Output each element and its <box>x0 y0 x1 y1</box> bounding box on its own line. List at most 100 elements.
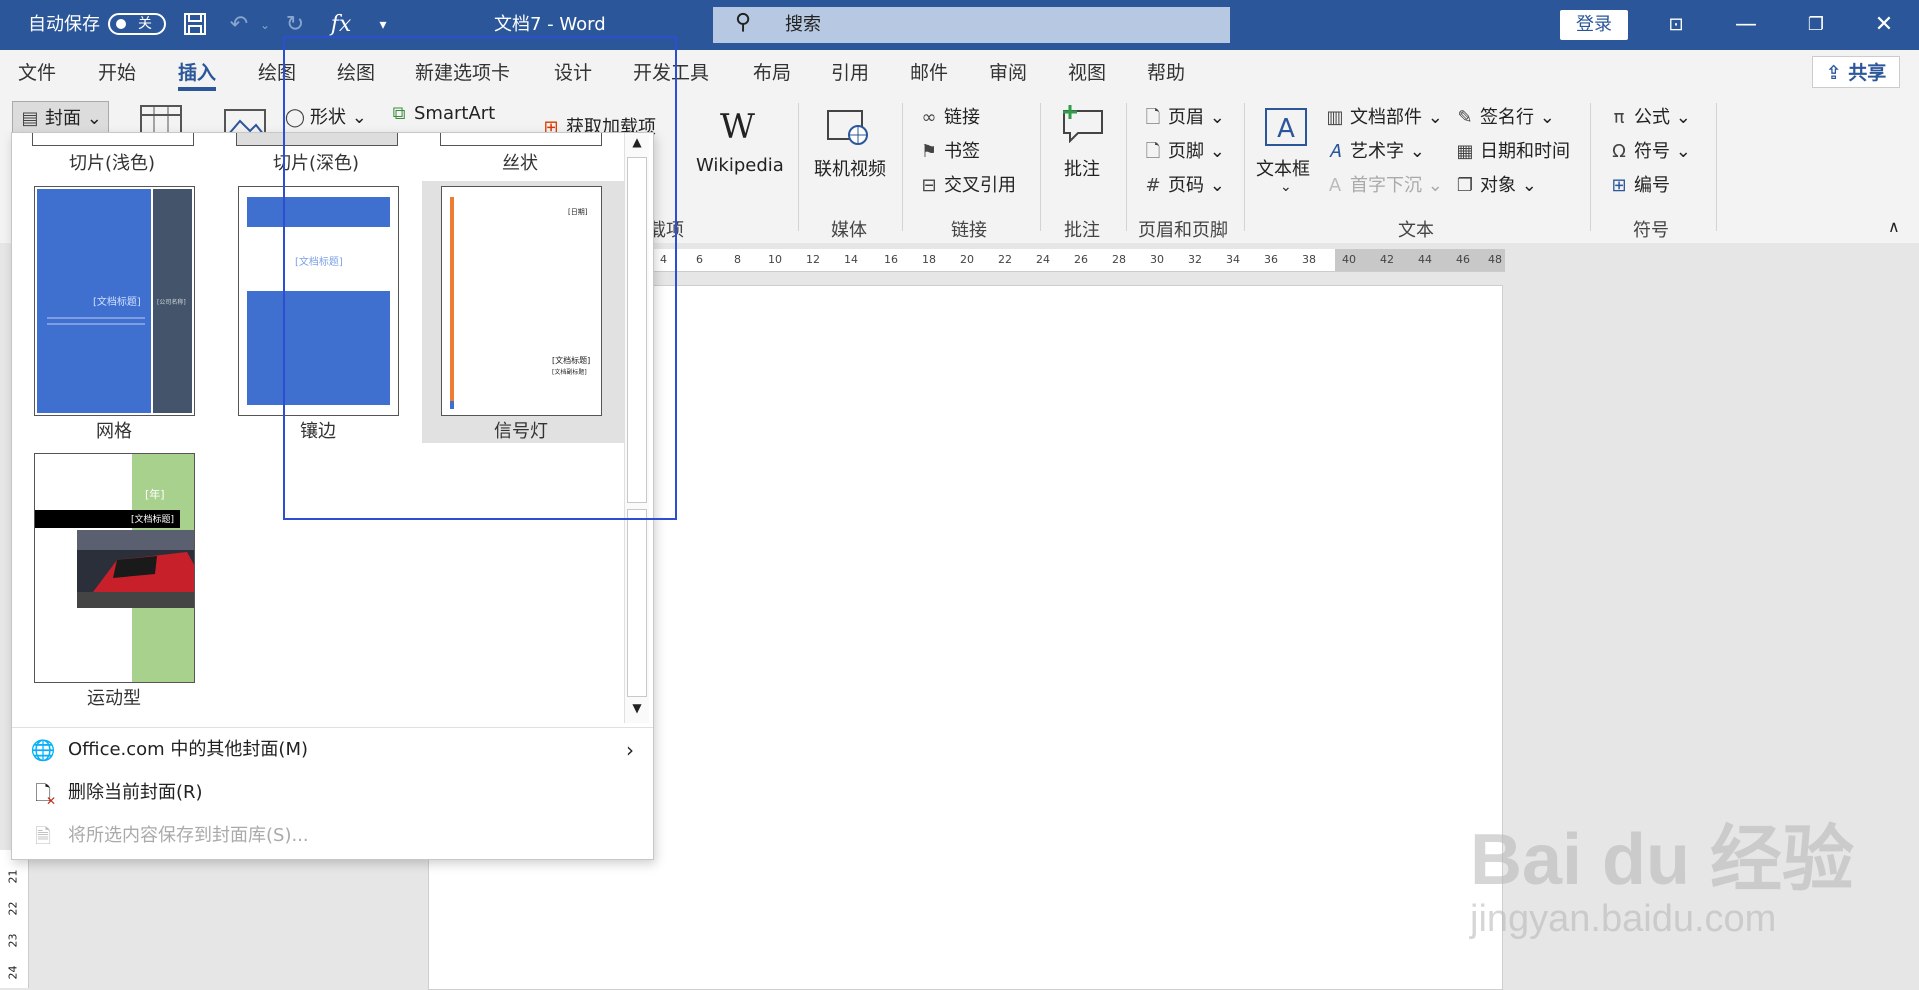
scroll-thumb[interactable] <box>627 509 647 697</box>
redo-icon[interactable]: ↻ <box>282 12 308 38</box>
bookmark-button[interactable]: ⚑ 书签 <box>918 137 980 163</box>
chevron-down-icon: ⌄ <box>1209 141 1225 162</box>
shapes-button[interactable]: ◯ 形状 ⌄ <box>284 103 367 129</box>
minimize-icon[interactable]: — <box>1716 0 1776 50</box>
comment-label[interactable]: 批注 <box>1064 155 1100 181</box>
customize-qat-icon[interactable]: ▾ <box>370 12 396 38</box>
login-button[interactable]: 登录 <box>1560 10 1628 40</box>
tab-layout[interactable]: 布局 <box>753 50 791 93</box>
header-button[interactable]: 🗋 页眉 ⌄ <box>1142 103 1225 135</box>
cover-thumb-grid[interactable]: [文档标题] [公司名称] <box>34 186 195 416</box>
equation-button[interactable]: π 公式 ⌄ <box>1608 103 1691 129</box>
signature-line-button[interactable]: ✎ 签名行 ⌄ <box>1454 103 1555 129</box>
cover-page-button[interactable]: ▤ 封面 ⌄ <box>12 101 109 133</box>
wordart-button[interactable]: 𝐴 艺术字 ⌄ <box>1324 137 1425 163</box>
restore-icon[interactable]: ❐ <box>1786 0 1846 50</box>
cover-thumb-partial[interactable] <box>32 133 194 146</box>
smartart-button[interactable]: ⧉ SmartArt <box>388 103 496 124</box>
collapse-ribbon-icon[interactable]: ∧ <box>1888 217 1900 236</box>
link-button[interactable]: ∞ 链接 <box>918 103 981 129</box>
ruler-tick: 26 <box>1074 253 1088 266</box>
scroll-down-icon[interactable]: ▼ <box>629 701 645 715</box>
tab-design[interactable]: 设计 <box>554 50 592 93</box>
cover-thumb-motion[interactable]: [年] [文档标题] <box>34 453 195 683</box>
autosave-toggle[interactable]: 关 <box>108 13 166 35</box>
save-icon[interactable] <box>182 12 208 38</box>
page-number-button[interactable]: # 页码 ⌄ <box>1142 171 1224 197</box>
numbering-button[interactable]: ⊞ 编号 <box>1608 171 1670 197</box>
online-video-label[interactable]: 联机视频 <box>814 155 886 181</box>
footer-button[interactable]: 🗋 页脚 ⌄ <box>1142 137 1225 169</box>
tab-view[interactable]: 视图 <box>1068 50 1106 93</box>
cover-label-banded[interactable]: 镶边 <box>223 417 413 443</box>
cover-thumb-banded[interactable]: [文档标题] <box>238 186 399 416</box>
save-to-gallery-menu-item[interactable]: 🗎 将所选内容保存到封面库(S)... <box>12 815 653 857</box>
footer-icon: 🗋 <box>1145 141 1161 162</box>
datetime-button[interactable]: ▦ 日期和时间 <box>1454 137 1570 163</box>
cover-label-semaphore[interactable]: 信号灯 <box>426 417 616 443</box>
tab-review[interactable]: 审阅 <box>989 50 1027 93</box>
wikipedia-label[interactable]: Wikipedia <box>696 155 784 176</box>
tab-file[interactable]: 文件 <box>18 50 56 93</box>
smartart-icon: ⧉ <box>392 103 406 124</box>
chevron-down-icon: ⌄ <box>1521 175 1537 196</box>
ribbon-display-icon[interactable]: ⊡ <box>1646 0 1706 50</box>
cover-thumb-partial[interactable] <box>236 133 398 146</box>
vertical-ruler[interactable]: 21 22 23 24 <box>0 850 29 988</box>
tab-insert[interactable]: 插入 <box>178 50 217 93</box>
textbox-icon[interactable]: A <box>1264 107 1308 152</box>
cover-label-slice-light[interactable]: 切片(浅色) <box>17 149 207 175</box>
save-to-gallery-label: 将所选内容保存到封面库(S)... <box>68 825 309 846</box>
semaphore-date: [日期] <box>568 208 588 216</box>
cover-thumb-partial[interactable] <box>440 133 602 146</box>
remove-cover-menu-item[interactable]: 🗋 ✕ 删除当前封面(R) <box>12 772 653 814</box>
cross-reference-button[interactable]: ⊟ 交叉引用 <box>918 171 1016 197</box>
chevron-down-icon: ⌄ <box>1539 107 1555 128</box>
chevron-down-icon[interactable]: ⌄ <box>1280 179 1292 195</box>
grid-text-line <box>47 317 145 319</box>
group-separator <box>1244 103 1245 231</box>
more-covers-menu-item[interactable]: 🌐 Office.com 中的其他封面(M) › <box>12 729 653 771</box>
undo-dropdown-icon[interactable]: ⌄ <box>252 12 278 38</box>
cover-label-grid[interactable]: 网格 <box>19 417 209 443</box>
semaphore-subtitle: [文档副标题] <box>552 369 587 376</box>
cover-label-filament[interactable]: 丝状 <box>425 149 615 175</box>
undo-icon[interactable]: ↶ <box>226 12 252 38</box>
ruler-tick: 18 <box>922 253 936 266</box>
grid-title: [文档标题] <box>93 297 141 308</box>
share-button[interactable]: ⇪ 共享 <box>1812 56 1900 88</box>
tab-references[interactable]: 引用 <box>831 50 869 93</box>
autosave-label: 自动保存 <box>28 14 100 35</box>
search-box[interactable]: ⚲ 搜索 <box>713 7 1230 43</box>
symbol-button[interactable]: Ω 符号 ⌄ <box>1608 137 1691 163</box>
tab-developer[interactable]: 开发工具 <box>633 50 709 93</box>
link-label: 链接 <box>944 107 980 128</box>
quick-parts-button[interactable]: ▥ 文档部件 ⌄ <box>1324 103 1442 129</box>
scroll-track-upper[interactable] <box>627 157 647 503</box>
tab-help[interactable]: 帮助 <box>1147 50 1185 93</box>
online-video-icon[interactable] <box>826 107 870 152</box>
ruler-tick: 10 <box>768 253 782 266</box>
cover-thumb-semaphore[interactable]: [日期] [文档标题] [文档副标题] <box>441 186 602 416</box>
gallery-scrollbar[interactable]: ▲ ▼ <box>624 133 649 723</box>
tab-new-tab[interactable]: 新建选项卡 <box>415 50 510 93</box>
textbox-label[interactable]: 文本框 <box>1256 155 1310 181</box>
horizontal-ruler[interactable]: 4 6 8 10 12 14 16 18 20 22 24 26 28 30 3… <box>640 249 1505 272</box>
cover-label-motion[interactable]: 运动型 <box>19 684 209 710</box>
cover-label-slice-dark[interactable]: 切片(深色) <box>221 149 411 175</box>
close-icon[interactable]: ✕ <box>1854 0 1914 50</box>
tab-draw[interactable]: 绘图 <box>258 50 296 93</box>
object-button[interactable]: ❐ 对象 ⌄ <box>1454 171 1537 197</box>
formula-icon[interactable]: fx <box>328 12 354 38</box>
symbols-group-label: 符号 <box>1633 220 1669 241</box>
cross-reference-icon: ⊟ <box>921 175 937 196</box>
comment-icon[interactable] <box>1060 103 1106 148</box>
wikipedia-icon[interactable]: W <box>720 107 755 147</box>
tab-mailings[interactable]: 邮件 <box>910 50 948 93</box>
tab-draw-2[interactable]: 绘图 <box>337 50 375 93</box>
tab-home[interactable]: 开始 <box>98 50 136 93</box>
cross-reference-label: 交叉引用 <box>944 175 1016 196</box>
scroll-up-icon[interactable]: ▲ <box>629 135 645 149</box>
ruler-tick: 23 <box>6 933 20 948</box>
dropcap-button[interactable]: A 首字下沉 ⌄ <box>1324 171 1443 197</box>
